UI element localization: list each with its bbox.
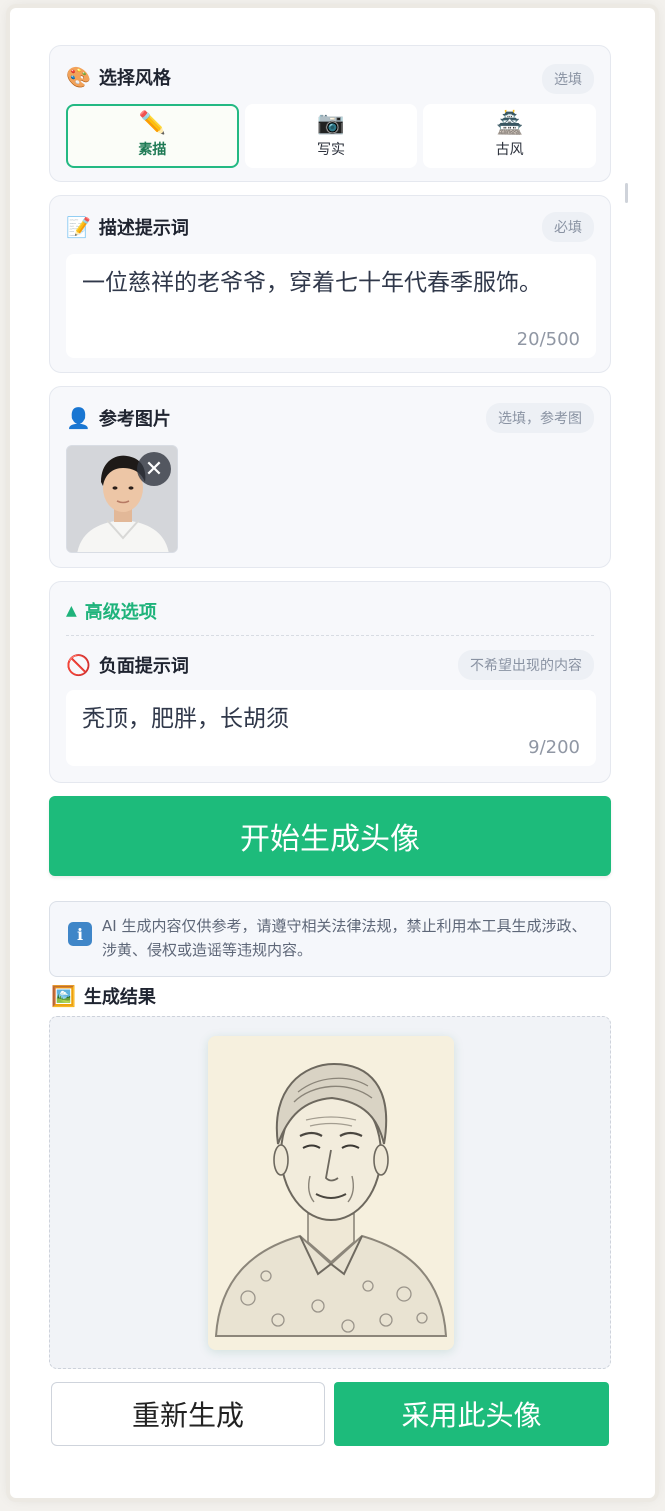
prompt-title: 📝 描述提示词	[66, 214, 189, 240]
style-option-label: 古风	[495, 142, 524, 158]
palette-icon: 🎨	[66, 65, 91, 89]
prompt-textarea[interactable]: 一位慈祥的老爷爷，穿着七十年代春季服饰。 20/500	[66, 254, 596, 358]
caret-up-icon: ▲	[66, 603, 77, 619]
reference-title-text: 参考图片	[98, 409, 171, 430]
info-icon: i	[68, 922, 92, 946]
style-option-label: 写实	[317, 142, 345, 158]
required-badge: 必填	[542, 212, 594, 242]
negative-textarea[interactable]: 秃顶，肥胖，长胡须 9/200	[66, 690, 596, 766]
advanced-toggle[interactable]: ▲ 高级选项	[66, 598, 157, 624]
close-icon: ✕	[144, 456, 164, 482]
scrollbar-thumb[interactable]	[625, 183, 628, 203]
advanced-card: ▲ 高级选项 🚫 负面提示词 不希望出现的内容 秃顶，肥胖，长胡须 9/200	[49, 581, 611, 783]
style-card: 🎨 选择风格 选填 ✏️ 素描 📷 写实 🏯 古风	[49, 45, 611, 182]
negative-text: 秃顶，肥胖，长胡须	[82, 706, 289, 732]
reference-badge: 选填，参考图	[486, 403, 594, 433]
generate-button[interactable]: 开始生成头像	[49, 796, 611, 876]
style-options: ✏️ 素描 📷 写实 🏯 古风	[66, 104, 597, 168]
negative-badge: 不希望出现的内容	[458, 650, 594, 680]
style-title-text: 选择风格	[98, 68, 171, 89]
adopt-avatar-button[interactable]: 采用此头像	[334, 1382, 609, 1446]
result-preview-area	[49, 1016, 611, 1369]
bust-silhouette-icon: 👤	[66, 406, 91, 430]
advanced-toggle-label: 高级选项	[84, 602, 157, 623]
result-title: 🖼️ 生成结果	[51, 983, 156, 1009]
castle-icon: 🏯	[495, 111, 524, 136]
style-option-label: 素描	[138, 142, 167, 158]
reference-thumbnail[interactable]: ✕	[66, 445, 178, 553]
result-title-text: 生成结果	[83, 987, 156, 1008]
prompt-card: 📝 描述提示词 必填 一位慈祥的老爷爷，穿着七十年代春季服饰。 20/500	[49, 195, 611, 373]
reference-card: 👤 参考图片 选填，参考图 ✕	[49, 386, 611, 568]
prompt-title-text: 描述提示词	[98, 218, 189, 239]
style-option-realistic[interactable]: 📷 写实	[244, 104, 418, 168]
pencil-icon: ✏️	[138, 111, 167, 136]
prohibited-icon: 🚫	[66, 653, 91, 677]
style-title: 🎨 选择风格	[66, 64, 171, 90]
regenerate-button[interactable]: 重新生成	[51, 1382, 325, 1446]
prompt-text: 一位慈祥的老爷爷，穿着七十年代春季服饰。	[82, 270, 542, 296]
camera-icon: 📷	[317, 111, 345, 136]
negative-title-text: 负面提示词	[98, 656, 189, 677]
framed-picture-icon: 🖼️	[51, 984, 76, 1008]
disclaimer-notice: i AI 生成内容仅供参考，请遵守相关法律法规，禁止利用本工具生成涉政、涉黄、侵…	[49, 901, 611, 977]
memo-icon: 📝	[66, 215, 91, 239]
negative-title: 🚫 负面提示词	[66, 652, 189, 678]
negative-char-count: 9/200	[528, 737, 580, 758]
sketch-portrait-image	[208, 1036, 454, 1350]
reference-title: 👤 参考图片	[66, 405, 171, 431]
prompt-char-count: 20/500	[516, 329, 580, 350]
style-option-sketch[interactable]: ✏️ 素描	[66, 104, 239, 168]
style-badge: 选填	[542, 64, 594, 94]
disclaimer-text: AI 生成内容仅供参考，请遵守相关法律法规，禁止利用本工具生成涉政、涉黄、侵权或…	[102, 917, 587, 959]
remove-image-button[interactable]: ✕	[137, 452, 171, 486]
generated-portrait	[208, 1036, 454, 1350]
style-option-ancient[interactable]: 🏯 古风	[423, 104, 597, 168]
divider	[66, 635, 594, 636]
